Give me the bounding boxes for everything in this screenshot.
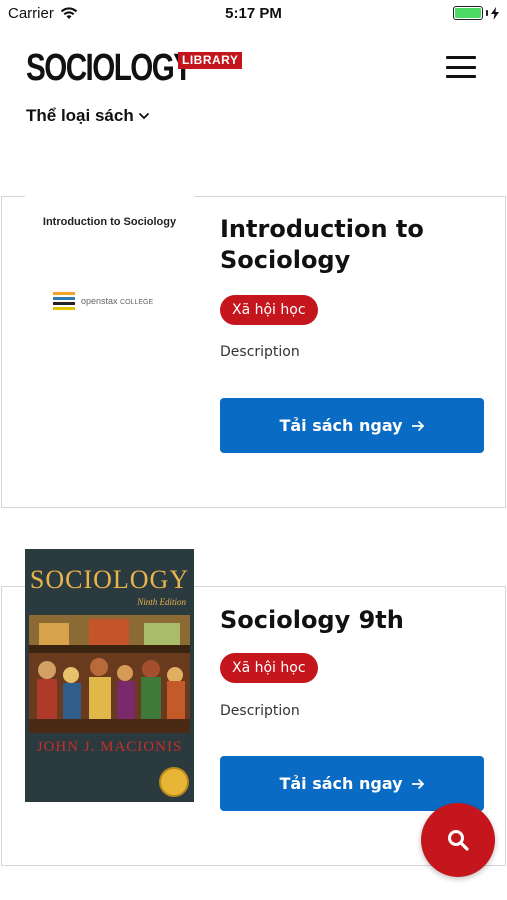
hamburger-menu-icon[interactable] bbox=[446, 56, 476, 78]
book-description: Description bbox=[220, 703, 300, 719]
cover-edition: Ninth Edition bbox=[137, 597, 186, 607]
logo-wordmark: SOCIOLOGY bbox=[26, 47, 193, 89]
cover-title: Introduction to Sociology bbox=[42, 216, 177, 228]
battery-indicator bbox=[453, 6, 499, 20]
search-button[interactable] bbox=[421, 803, 495, 877]
charging-icon bbox=[491, 6, 499, 20]
category-tag: Xã hội học bbox=[220, 295, 318, 325]
battery-icon bbox=[453, 6, 483, 20]
cover-title: SOCIOLOGY bbox=[29, 565, 190, 594]
status-bar: Carrier 5:17 PM bbox=[0, 0, 507, 28]
book-description: Description bbox=[220, 344, 300, 360]
search-icon bbox=[448, 830, 469, 851]
logo-badge: LIBRARY bbox=[178, 52, 243, 69]
cover-painting bbox=[29, 615, 190, 733]
category-tag: Xã hội học bbox=[220, 653, 318, 683]
cover-publisher: openstax COLLEGE bbox=[81, 296, 154, 306]
download-button-label: Tải sách ngay bbox=[279, 774, 403, 793]
download-button[interactable]: Tải sách ngay bbox=[220, 756, 484, 811]
app-logo[interactable]: SOCIOLOGY LIBRARY bbox=[26, 47, 243, 89]
book-title[interactable]: Introduction to Sociology bbox=[220, 214, 490, 276]
download-button-label: Tải sách ngay bbox=[279, 416, 403, 435]
cover-author: JOHN J. MACIONIS bbox=[36, 739, 183, 755]
book-cover[interactable]: SOCIOLOGY Ninth Edition JOHN J. MACIONIS bbox=[25, 549, 194, 802]
edition-seal bbox=[159, 767, 189, 797]
category-dropdown[interactable]: Thể loại sách bbox=[26, 106, 150, 126]
chevron-down-icon bbox=[138, 112, 149, 120]
download-button[interactable]: Tải sách ngay bbox=[220, 398, 484, 453]
arrow-right-icon bbox=[411, 778, 424, 789]
category-label: Thể loại sách bbox=[26, 106, 134, 125]
openstax-logo: openstax COLLEGE bbox=[53, 292, 153, 310]
book-cover[interactable]: Introduction to Sociology openstax COLLE… bbox=[25, 196, 194, 423]
book-title[interactable]: Sociology 9th bbox=[220, 605, 490, 636]
status-time: 5:17 PM bbox=[225, 5, 282, 22]
arrow-right-icon bbox=[411, 420, 424, 431]
